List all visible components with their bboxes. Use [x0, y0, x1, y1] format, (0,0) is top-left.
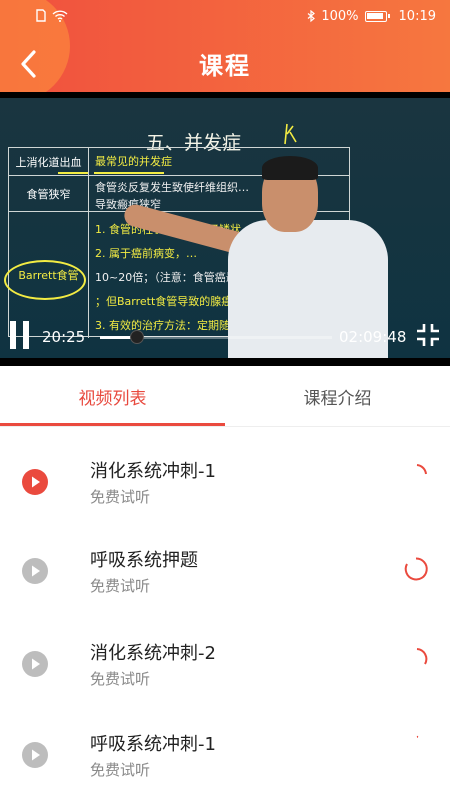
battery-icon — [364, 11, 390, 22]
annotation-underline — [94, 172, 164, 174]
bluetooth-icon — [307, 10, 316, 23]
loading-spinner-icon — [416, 464, 427, 475]
total-time: 02:09:48 — [339, 328, 407, 346]
play-icon — [22, 742, 48, 768]
play-icon — [22, 651, 48, 677]
play-icon — [22, 558, 48, 584]
lesson-subtitle: 免费试听 — [90, 488, 151, 506]
sim-card-icon — [36, 9, 46, 22]
annotation-underline — [58, 172, 88, 174]
lesson-title: 消化系统冲刺-1 — [90, 461, 216, 482]
video-frame: 五、并发症 上消化道出血 最常见的并发症 食管狭窄 食管炎反复发生致使纤维组织…… — [0, 98, 450, 358]
tab-bar: 视频列表 课程介绍 — [0, 366, 450, 428]
tab-video-list[interactable]: 视频列表 — [0, 366, 225, 426]
status-time: 10:19 — [398, 9, 436, 24]
lecturer-hair — [262, 156, 318, 180]
tab-course-intro[interactable]: 课程介绍 — [225, 366, 450, 426]
pause-icon — [10, 321, 16, 349]
lesson-subtitle: 免费试听 — [90, 670, 151, 688]
lesson-list: 消化系统冲刺-1 免费试听 呼吸系统押题 免费试听 消化系统冲刺-2 免费试听 … — [0, 428, 450, 800]
handwritten-mark — [284, 123, 297, 145]
lesson-subtitle: 免费试听 — [90, 577, 151, 595]
lesson-item[interactable]: 消化系统冲刺-2 免费试听 — [0, 608, 450, 698]
battery-percent: 100% — [321, 9, 359, 24]
slide-cell-label: 食管狭窄 — [9, 176, 89, 211]
lesson-title: 消化系统冲刺-2 — [90, 643, 216, 664]
slide-cell-label: 上消化道出血 — [9, 148, 89, 175]
lesson-subtitle: 免费试听 — [90, 761, 151, 779]
loading-spinner-icon — [404, 557, 428, 581]
video-player[interactable]: 五、并发症 上消化道出血 最常见的并发症 食管狭窄 食管炎反复发生致使纤维组织…… — [0, 92, 450, 366]
fullscreen-exit-icon — [417, 324, 439, 346]
wifi-icon — [52, 9, 68, 22]
current-time: 20:25 — [42, 328, 86, 346]
pause-icon-bar — [23, 321, 29, 349]
play-icon — [22, 469, 48, 495]
fullscreen-exit-button[interactable] — [416, 323, 440, 347]
status-bar: 100% 10:19 — [0, 0, 450, 34]
page-title: 课程 — [199, 52, 251, 80]
annotation-ellipse — [4, 260, 86, 300]
loading-spinner-icon — [416, 735, 419, 738]
pause-button[interactable] — [10, 321, 36, 349]
slide-cell-text: 食管炎反复发生致使纤维组织…导致瘢痕狭窄 — [95, 181, 249, 211]
lesson-title: 呼吸系统押题 — [90, 550, 198, 571]
lesson-item[interactable]: 消化系统冲刺-1 免费试听 — [0, 428, 450, 518]
app-header: 100% 10:19 课程 — [0, 0, 450, 92]
lesson-item[interactable]: 呼吸系统押题 免费试听 — [0, 518, 450, 608]
loading-spinner-icon — [416, 648, 428, 665]
tabs-divider — [0, 426, 450, 427]
lesson-title: 呼吸系统冲刺-1 — [90, 734, 216, 755]
progress-handle[interactable] — [130, 330, 145, 344]
progress-bar[interactable] — [100, 330, 332, 344]
lesson-item[interactable]: 呼吸系统冲刺-1 免费试听 — [0, 698, 450, 788]
